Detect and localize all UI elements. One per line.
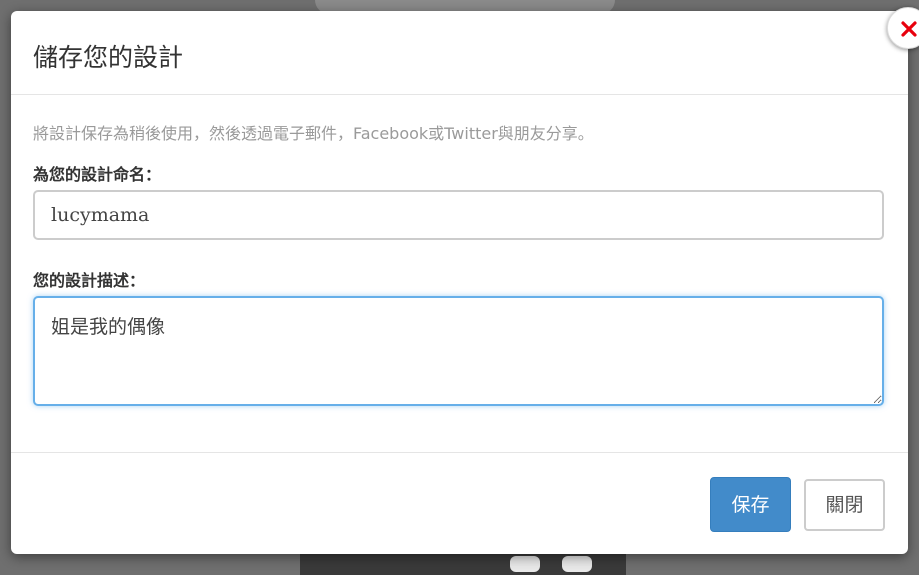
- close-dialog-button[interactable]: 關閉: [804, 479, 885, 531]
- backdrop-detail: [510, 556, 540, 572]
- dialog-footer: 保存 關閉: [11, 452, 908, 555]
- dialog-title: 儲存您的設計: [33, 43, 184, 72]
- backdrop-detail: [562, 556, 592, 572]
- design-name-input[interactable]: [33, 190, 884, 240]
- dialog-header: 儲存您的設計: [11, 11, 908, 95]
- design-name-label: 為您的設計命名：: [33, 165, 162, 184]
- close-icon: [901, 21, 917, 37]
- backdrop-image-bottom: [300, 552, 626, 575]
- dialog-description: 將設計保存為稍後使用，然後透過電子郵件，Facebook或Twitter與朋友分…: [33, 124, 594, 143]
- design-description-label: 您的設計描述：: [33, 271, 146, 290]
- design-description-textarea[interactable]: 姐是我的偶像: [33, 296, 884, 406]
- save-design-dialog: 儲存您的設計 將設計保存為稍後使用，然後透過電子郵件，Facebook或Twit…: [11, 7, 919, 555]
- save-button[interactable]: 保存: [710, 477, 791, 532]
